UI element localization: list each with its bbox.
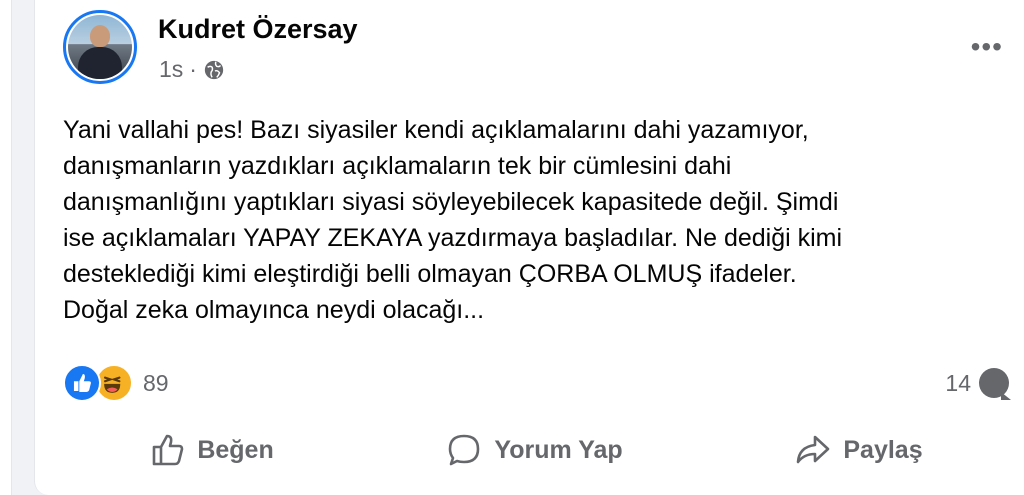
- comment-button[interactable]: Yorum Yap: [432, 426, 636, 474]
- post-text: Yani vallahi pes! Bazı siyasiler kendi a…: [63, 116, 843, 324]
- avatar-image: [68, 15, 132, 79]
- meta-separator: ·: [189, 56, 197, 82]
- reactions-summary[interactable]: 89: [63, 364, 169, 402]
- like-icon: [63, 364, 101, 402]
- share-arrow-icon: [797, 435, 830, 464]
- reactions-count: 89: [143, 369, 169, 396]
- post-meta: 1s ·: [159, 56, 225, 83]
- post-body: Yani vallahi pes! Bazı siyasiler kendi a…: [63, 112, 1003, 328]
- comments-summary[interactable]: 14: [945, 368, 1011, 400]
- globe-icon: [204, 60, 224, 79]
- comment-icon: [979, 368, 1011, 400]
- post-header: Kudret Özersay 1s · •••: [63, 8, 1013, 98]
- more-options-button[interactable]: •••: [971, 33, 1003, 61]
- avatar-body: [78, 47, 122, 79]
- adjacent-column-edge: [0, 0, 12, 495]
- post-actions: Beğen Yorum Yap Paylaş: [63, 424, 1009, 476]
- post-timestamp[interactable]: 1s: [159, 56, 183, 83]
- like-button[interactable]: Beğen: [135, 426, 287, 474]
- like-label: Beğen: [197, 435, 274, 464]
- author-name[interactable]: Kudret Özersay: [158, 14, 358, 45]
- thumbs-up-icon: [153, 434, 184, 466]
- share-button[interactable]: Paylaş: [781, 426, 936, 474]
- post-card: Kudret Özersay 1s · ••• Yani vallahi pes…: [34, 0, 1024, 495]
- comment-bubble-icon: [449, 434, 480, 466]
- avatar-head: [90, 25, 110, 47]
- post-stats: 89 14: [63, 364, 1011, 404]
- author-avatar[interactable]: [63, 10, 137, 84]
- comment-label: Yorum Yap: [494, 435, 623, 464]
- comments-count: 14: [945, 369, 971, 396]
- share-label: Paylaş: [843, 435, 923, 464]
